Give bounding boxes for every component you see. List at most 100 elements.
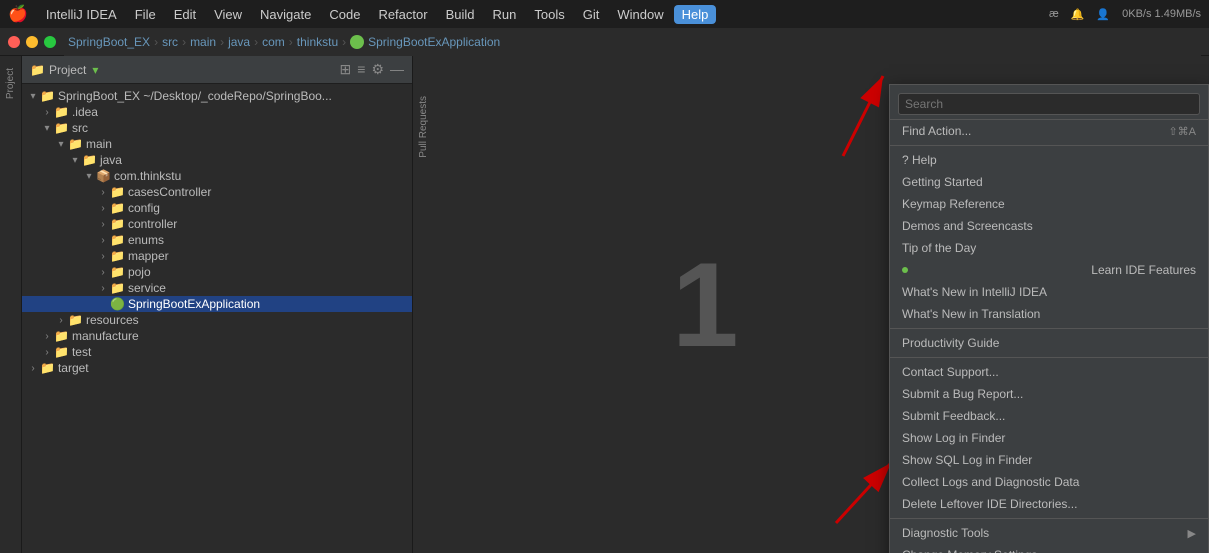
breadcrumb-file[interactable]: SpringBootExApplication [350, 35, 500, 49]
java-folder-icon: 📁 [82, 153, 97, 167]
app-file-icon: 🟢 [110, 297, 125, 311]
tree-pojo[interactable]: › 📁 pojo [22, 264, 412, 280]
menu-item-whats-new-intellij[interactable]: What's New in IntelliJ IDEA [890, 281, 1208, 303]
cases-folder-icon: 📁 [110, 185, 125, 199]
menu-refactor[interactable]: Refactor [370, 5, 435, 24]
menu-item-contact-support[interactable]: Contact Support... [890, 361, 1208, 383]
menu-run[interactable]: Run [485, 5, 525, 24]
project-tree: ▾ 📁 SpringBoot_EX ~/Desktop/_codeRepo/Sp… [22, 84, 412, 553]
menu-item-whats-new-translation[interactable]: What's New in Translation [890, 303, 1208, 325]
menu-item-collect-logs[interactable]: Collect Logs and Diagnostic Data [890, 471, 1208, 493]
menu-help[interactable]: Help [674, 5, 717, 24]
avatar-icon: 👤 [1096, 8, 1110, 21]
breadcrumb-thinkstu[interactable]: thinkstu [297, 35, 338, 49]
menu-item-submit-feedback[interactable]: Submit Feedback... [890, 405, 1208, 427]
menu-item-delete-leftover[interactable]: Delete Leftover IDE Directories... [890, 493, 1208, 515]
editor-area: 1 Fin [434, 56, 1209, 553]
package-icon: 📦 [96, 169, 111, 183]
tree-mapper[interactable]: › 📁 mapper [22, 248, 412, 264]
project-tab-label[interactable]: Project [3, 60, 18, 107]
separator-4 [890, 518, 1208, 519]
tree-controller-label: controller [128, 217, 177, 231]
mapper-folder-icon: 📁 [110, 249, 125, 263]
idea-folder-icon: 📁 [54, 105, 69, 119]
project-header: 📁 Project ▾ ⊞ ≡ ⚙ — [22, 56, 412, 84]
tree-controller[interactable]: › 📁 controller [22, 216, 412, 232]
tree-target[interactable]: › 📁 target [22, 360, 412, 376]
menu-item-find-action[interactable]: Find Action... ⇧⌘A [890, 120, 1208, 142]
tree-thinkstu-label: com.thinkstu [114, 169, 181, 183]
menu-intellij[interactable]: IntelliJ IDEA [38, 5, 125, 24]
collapse-icon[interactable]: ≡ [357, 61, 365, 78]
tree-idea[interactable]: › 📁 .idea [22, 104, 412, 120]
tree-main-label: main [86, 137, 112, 151]
tree-cases-controller[interactable]: › 📁 casesController [22, 184, 412, 200]
maximize-button[interactable] [44, 36, 56, 48]
menu-git[interactable]: Git [575, 5, 608, 24]
menu-window[interactable]: Window [609, 5, 671, 24]
root-folder-icon: 📁 [40, 89, 55, 103]
tree-java[interactable]: ▾ 📁 java [22, 152, 412, 168]
menu-item-show-log[interactable]: Show Log in Finder [890, 427, 1208, 449]
menu-item-getting-started[interactable]: Getting Started [890, 171, 1208, 193]
close-panel-icon[interactable]: — [390, 61, 404, 78]
project-panel: 📁 Project ▾ ⊞ ≡ ⚙ — ▾ 📁 SpringBoot_EX ~/… [22, 56, 412, 553]
breadcrumb-java[interactable]: java [228, 35, 250, 49]
apple-menu[interactable]: 🍎 [8, 4, 28, 24]
tree-enums[interactable]: › 📁 enums [22, 232, 412, 248]
tree-root-label: SpringBoot_EX ~/Desktop/_codeRepo/Spring… [58, 89, 332, 103]
menu-search-input[interactable] [898, 93, 1200, 115]
enums-folder-icon: 📁 [110, 233, 125, 247]
menu-item-learn-ide[interactable]: Learn IDE Features [890, 259, 1208, 281]
notification-icon: 🔔 [1071, 8, 1085, 21]
folder-icon: 📁 [30, 63, 45, 77]
menu-item-tip[interactable]: Tip of the Day [890, 237, 1208, 259]
tree-manufacture[interactable]: › 📁 manufacture [22, 328, 412, 344]
menu-edit[interactable]: Edit [166, 5, 204, 24]
diagnostic-tools-arrow: ▶ [1188, 527, 1196, 540]
project-header-icons: ⊞ ≡ ⚙ — [340, 61, 404, 78]
menu-item-show-sql-log[interactable]: Show SQL Log in Finder [890, 449, 1208, 471]
close-button[interactable] [8, 36, 20, 48]
tree-spring-boot-app[interactable]: 🟢 SpringBootExApplication [22, 296, 412, 312]
tree-test-label: test [72, 345, 91, 359]
menu-item-productivity-guide[interactable]: Productivity Guide [890, 332, 1208, 354]
tree-root[interactable]: ▾ 📁 SpringBoot_EX ~/Desktop/_codeRepo/Sp… [22, 88, 412, 104]
controller-folder-icon: 📁 [110, 217, 125, 231]
menu-file[interactable]: File [127, 5, 164, 24]
menu-view[interactable]: View [206, 5, 250, 24]
menu-item-diagnostic-tools[interactable]: Diagnostic Tools ▶ [890, 522, 1208, 544]
menu-item-change-memory[interactable]: Change Memory Settings [890, 544, 1208, 553]
tree-main[interactable]: ▾ 📁 main [22, 136, 412, 152]
tree-com-thinkstu[interactable]: ▾ 📦 com.thinkstu [22, 168, 412, 184]
menu-item-keymap[interactable]: Keymap Reference [890, 193, 1208, 215]
pull-requests-label[interactable]: Pull Requests [418, 96, 429, 158]
menu-item-demos[interactable]: Demos and Screencasts [890, 215, 1208, 237]
main-folder-icon: 📁 [68, 137, 83, 151]
tree-service[interactable]: › 📁 service [22, 280, 412, 296]
tree-manufacture-label: manufacture [72, 329, 139, 343]
menu-item-submit-bug[interactable]: Submit a Bug Report... [890, 383, 1208, 405]
main-content: Project 📁 Project ▾ ⊞ ≡ ⚙ — ▾ 📁 SpringBo… [0, 56, 1209, 553]
breadcrumb-com[interactable]: com [262, 35, 285, 49]
menu-build[interactable]: Build [438, 5, 483, 24]
tree-config[interactable]: › 📁 config [22, 200, 412, 216]
tree-resources[interactable]: › 📁 resources [22, 312, 412, 328]
tree-src[interactable]: ▾ 📁 src [22, 120, 412, 136]
breadcrumb-springboot-ex[interactable]: SpringBoot_EX [68, 35, 150, 49]
tree-test[interactable]: › 📁 test [22, 344, 412, 360]
breadcrumb-main[interactable]: main [190, 35, 216, 49]
project-dropdown-icon[interactable]: ▾ [92, 63, 98, 77]
minimize-button[interactable] [26, 36, 38, 48]
scope-icon[interactable]: ⊞ [340, 61, 352, 78]
pojo-folder-icon: 📁 [110, 265, 125, 279]
menu-navigate[interactable]: Navigate [252, 5, 319, 24]
cases-arrow: › [96, 187, 110, 198]
menu-code[interactable]: Code [321, 5, 368, 24]
target-arrow: › [26, 363, 40, 374]
gear-icon[interactable]: ⚙ [371, 61, 384, 78]
breadcrumb-src[interactable]: src [162, 35, 178, 49]
separator-3 [890, 357, 1208, 358]
menu-item-help[interactable]: ? Help [890, 149, 1208, 171]
menu-tools[interactable]: Tools [526, 5, 572, 24]
